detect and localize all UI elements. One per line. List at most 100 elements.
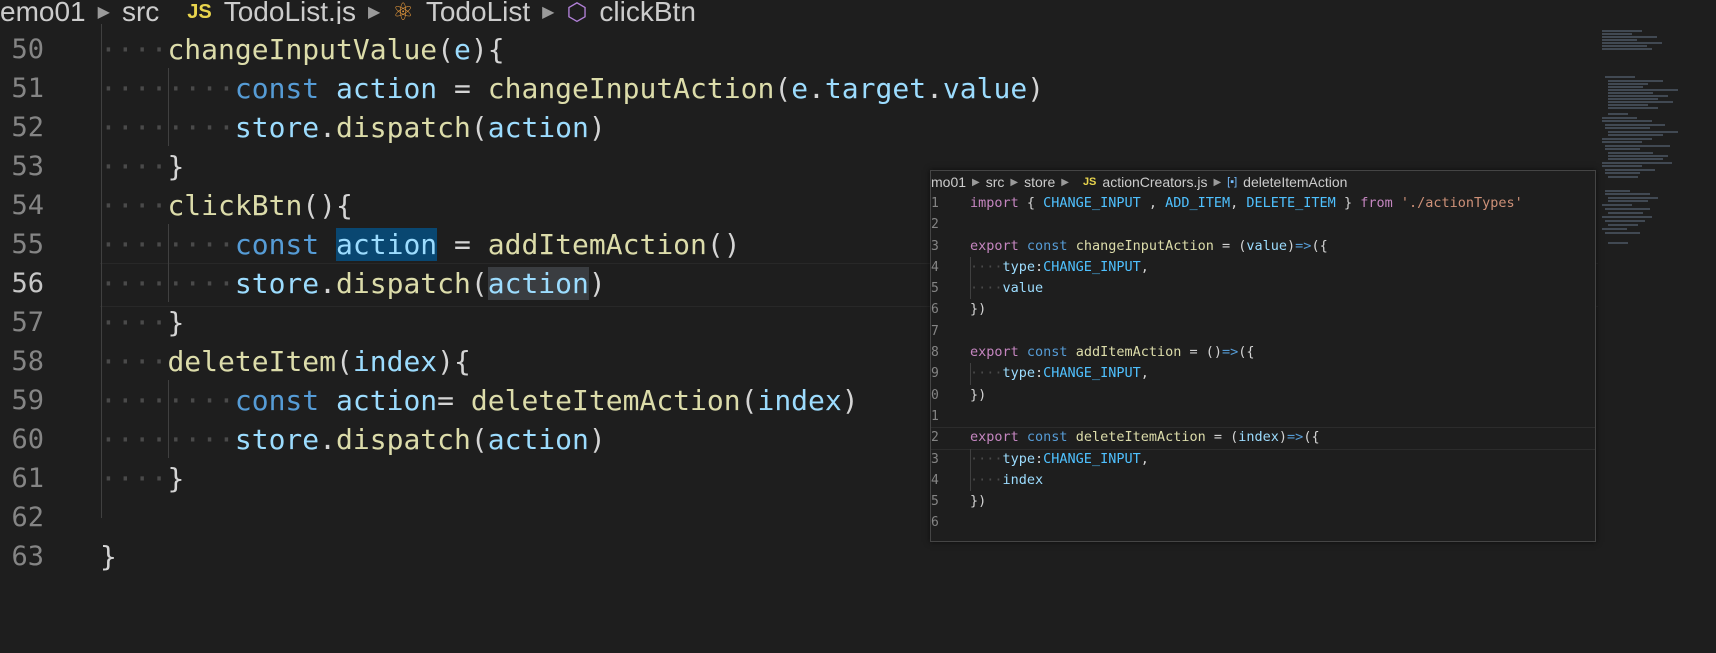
code-line[interactable]: 51 ········const action = changeInputActi… — [0, 68, 1598, 110]
code-token: action — [336, 228, 438, 261]
line-number: 6 — [931, 515, 939, 531]
peek-code-line[interactable]: 3 export const changeInputAction = (value… — [931, 236, 1595, 257]
code-token: changeInputValue — [167, 33, 438, 66]
code-text: ····type:CHANGE_INPUT, — [970, 363, 1149, 384]
peek-code-line[interactable]: 1 — [931, 406, 1595, 427]
code-token: ( — [470, 111, 488, 144]
code-token: dispatch — [336, 423, 471, 456]
code-token: './actionTypes' — [1400, 195, 1523, 211]
line-number: 59 — [11, 385, 44, 416]
indent-guide — [970, 363, 971, 385]
code-token: const — [1026, 237, 1068, 254]
code-token: = ( — [1205, 429, 1239, 446]
peek-breadcrumb-segment-src[interactable]: src — [986, 174, 1005, 190]
code-token: export — [970, 429, 1019, 446]
peek-code-line[interactable]: 6}) — [931, 299, 1595, 320]
minimap-line — [1602, 39, 1637, 41]
code-token: type — [1002, 365, 1036, 382]
code-token: e — [791, 72, 809, 105]
minimap-line — [1608, 158, 1663, 160]
peek-code-line[interactable]: 8 export const addItemAction = ()=>({ — [931, 342, 1595, 363]
code-token: ){ — [470, 33, 505, 66]
code-line[interactable]: 50 ····changeInputValue(e){ — [0, 29, 1598, 71]
indent-whitespace: ···· — [100, 462, 168, 495]
code-line[interactable]: 52 ········store.dispatch(action) — [0, 107, 1598, 149]
peek-breadcrumb-segment-store[interactable]: store — [1024, 174, 1055, 190]
code-token: , — [1140, 365, 1149, 382]
peek-editor[interactable]: mo01 ▶ src ▶ store ▶ JS actionCreators.j… — [930, 170, 1596, 542]
peek-code-line[interactable]: 7 — [931, 321, 1595, 342]
code-token: ) — [1287, 237, 1296, 254]
code-token: . — [319, 267, 337, 300]
minimap-line — [1608, 98, 1658, 100]
code-token: ( — [470, 423, 488, 456]
minimap-line — [1608, 86, 1643, 88]
code-token: , — [1140, 195, 1166, 211]
code-token: : — [1035, 365, 1044, 382]
peek-code-line[interactable]: 4 ····type:CHANGE_INPUT, — [931, 257, 1595, 278]
line-number: 4 — [931, 259, 939, 275]
code-line[interactable]: 63} — [0, 536, 1598, 578]
minimap-line — [1605, 208, 1650, 210]
peek-code-line[interactable]: 2 — [931, 214, 1595, 235]
peek-code-line[interactable]: 2 export const deleteItemAction = (index)… — [931, 427, 1595, 451]
peek-code[interactable]: 1 import { CHANGE_INPUT , ADD_ITEM, DELET… — [931, 193, 1595, 534]
code-text: }) — [970, 491, 986, 512]
code-token: { — [1018, 195, 1044, 211]
minimap-line — [1605, 169, 1655, 171]
peek-code-line[interactable]: 4 ····index — [931, 470, 1595, 491]
chevron-right-icon: ▶ — [542, 4, 555, 21]
peek-breadcrumb-symbol[interactable]: deleteItemAction — [1243, 174, 1347, 190]
chevron-right-icon: ▶ — [368, 4, 381, 21]
code-token: ( — [470, 267, 488, 300]
peek-code-line[interactable]: 3 ····type:CHANGE_INPUT, — [931, 449, 1595, 470]
code-text: }) — [970, 385, 986, 406]
code-text: ····deleteItem(index){ — [100, 341, 471, 383]
code-token: store — [234, 423, 320, 456]
breadcrumb-file[interactable]: TodoList.js — [224, 0, 356, 24]
minimap-line — [1602, 138, 1652, 140]
indent-whitespace: ···· — [100, 150, 168, 183]
code-token: export — [970, 237, 1019, 254]
breadcrumb-method[interactable]: clickBtn — [599, 0, 695, 24]
breadcrumb-segment-src[interactable]: src — [122, 0, 159, 24]
peek-code-line[interactable]: 9 ····type:CHANGE_INPUT, — [931, 363, 1595, 384]
code-token: index — [1238, 429, 1279, 446]
indent-whitespace: ···· — [970, 365, 1003, 382]
code-text: export const deleteItemAction = (index)=… — [970, 427, 1320, 448]
line-number: 1 — [931, 408, 939, 424]
code-token: = — [437, 72, 488, 105]
code-token: const — [234, 72, 320, 105]
code-token: } — [167, 306, 185, 339]
code-token: DELETE_ITEM — [1246, 195, 1336, 211]
line-number: 53 — [11, 151, 44, 182]
peek-code-line[interactable]: 1 import { CHANGE_INPUT , ADD_ITEM, DELET… — [931, 193, 1595, 214]
code-text: export const changeInputAction = (value)… — [970, 236, 1328, 257]
breadcrumb-segment-project[interactable]: emo01 — [0, 0, 86, 24]
code-token: => — [1295, 237, 1312, 254]
code-token: ) — [841, 384, 859, 417]
peek-code-line[interactable]: 5}) — [931, 491, 1595, 512]
peek-breadcrumb-file[interactable]: actionCreators.js — [1102, 174, 1207, 190]
indent-whitespace: ···· — [100, 345, 168, 378]
breadcrumb: emo01 ▶ src JS TodoList.js ▶ ⚛ TodoList … — [0, 0, 1580, 24]
minimap[interactable] — [1598, 24, 1716, 653]
code-token: ( — [437, 33, 455, 66]
breadcrumb-class[interactable]: TodoList — [426, 0, 530, 24]
code-text: ····} — [100, 458, 184, 500]
minimap-line — [1602, 165, 1642, 167]
minimap-line — [1602, 204, 1632, 206]
code-token: addItemAction — [1075, 344, 1182, 361]
code-text: ····type:CHANGE_INPUT, — [970, 257, 1149, 278]
peek-breadcrumb-segment-project[interactable]: mo01 — [931, 174, 966, 190]
code-token: CHANGE_INPUT — [1043, 365, 1141, 382]
indent-whitespace: ···· — [970, 280, 1003, 297]
peek-code-line[interactable]: 5 ····value — [931, 278, 1595, 299]
peek-code-line[interactable]: 0}) — [931, 385, 1595, 406]
peek-code-line[interactable]: 6 — [931, 512, 1595, 533]
line-number: 3 — [931, 238, 939, 254]
code-token: CHANGE_INPUT — [1043, 195, 1141, 211]
